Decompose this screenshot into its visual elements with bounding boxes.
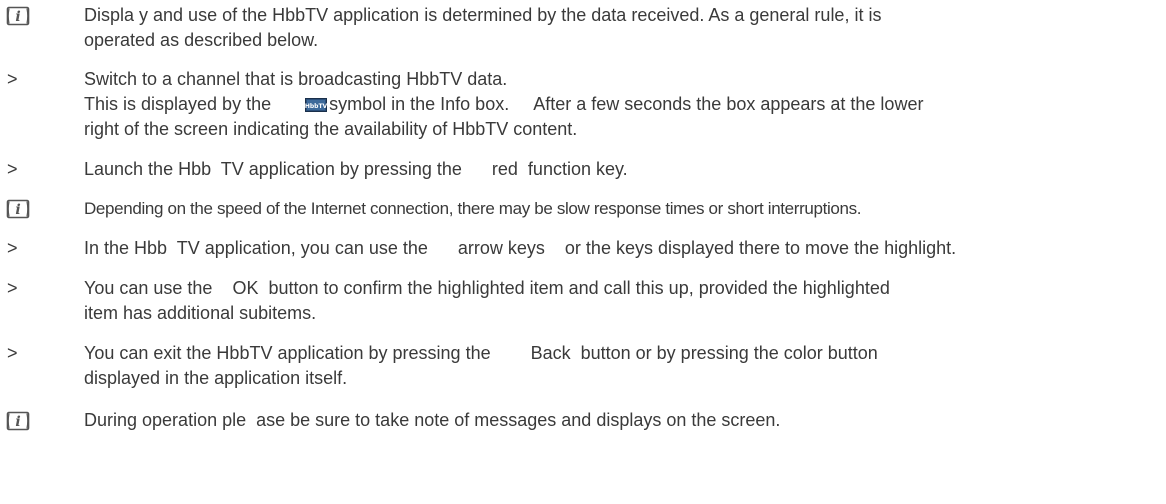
step-text: You can use the OK button to confirm the… [84, 276, 1144, 326]
svg-text:i: i [15, 202, 20, 218]
text-line: right of the screen indicating the avail… [84, 119, 578, 139]
step-marker: > [7, 159, 18, 179]
text-line: Depending on the speed of the Internet c… [84, 199, 862, 218]
text-fragment: This is displayed by the [84, 94, 272, 114]
text-line: You can use the OK button to confirm the… [84, 278, 890, 298]
info-text: Depending on the speed of the Internet c… [84, 196, 1144, 221]
step-text: Switch to a channel that is broadcasting… [84, 67, 1144, 142]
text-line: operated as described below. [84, 30, 319, 50]
text-line: This is displayed by the HbbTV symbol in … [84, 92, 1144, 117]
step-text: Launch the Hbb TV application by pressin… [84, 157, 1144, 182]
step-marker: > [7, 278, 18, 298]
info-text: Displa y and use of the HbbTV applicatio… [84, 3, 1144, 53]
text-line: displayed in the application itself. [84, 368, 348, 388]
text-line: item has additional subitems. [84, 303, 317, 323]
text-line: Switch to a channel that is broadcasting… [84, 69, 508, 89]
step-text: You can exit the HbbTV application by pr… [84, 341, 1144, 391]
info-icon: i [6, 411, 30, 431]
svg-text:HbbTV: HbbTV [305, 103, 327, 110]
info-icon: i [6, 6, 30, 26]
text-line: In the Hbb TV application, you can use t… [84, 238, 957, 258]
info-text: During operation ple ase be sure to take… [84, 408, 1144, 433]
svg-text:i: i [15, 414, 20, 430]
hbbtv-symbol-icon: HbbTV [305, 98, 328, 112]
text-line: You can exit the HbbTV application by pr… [84, 343, 878, 363]
text-line: During operation ple ase be sure to take… [84, 410, 781, 430]
info-icon: i [6, 199, 30, 219]
text-line: Launch the Hbb TV application by pressin… [84, 159, 628, 179]
step-marker: > [7, 343, 18, 363]
text-fragment: symbol in the Info box. After a few seco… [329, 94, 924, 114]
text-line: Displa y and use of the HbbTV applicatio… [84, 5, 882, 25]
step-text: In the Hbb TV application, you can use t… [84, 236, 1144, 261]
manual-page: i Displa y and use of the HbbTV applicat… [0, 0, 1166, 504]
svg-text:i: i [15, 9, 20, 25]
step-marker: > [7, 238, 18, 258]
step-marker: > [7, 69, 18, 89]
